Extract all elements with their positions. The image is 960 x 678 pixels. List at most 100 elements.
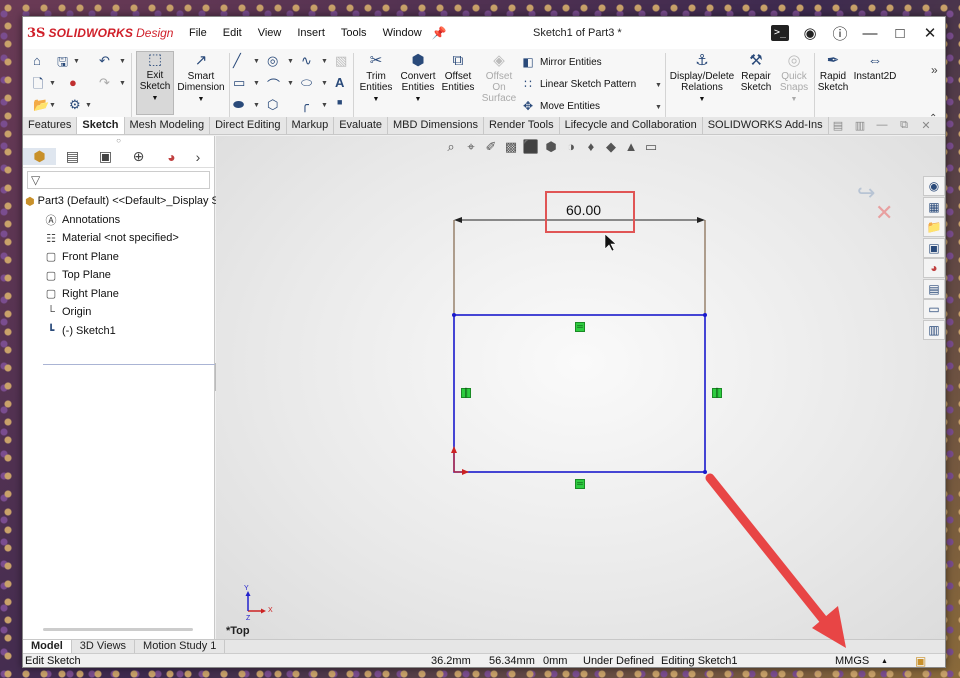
vertical-relation-icon[interactable]: ║ — [461, 388, 471, 398]
tab-render-tools[interactable]: Render Tools — [484, 117, 560, 134]
command-prompt-icon[interactable]: >_ — [771, 25, 789, 41]
configuration-manager-tab-icon[interactable]: ▣ — [89, 148, 122, 165]
save-icon[interactable]: 🖫 — [57, 53, 68, 75]
tree-item-origin[interactable]: └ Origin — [23, 303, 214, 322]
sketch-rectangle[interactable] — [453, 314, 706, 473]
slot-icon[interactable]: ⬬ — [233, 97, 244, 113]
dimension-value[interactable]: 60.00 — [566, 202, 601, 218]
menu-file[interactable]: File — [181, 27, 215, 39]
plane-tool-icon[interactable]: ▧ — [335, 53, 347, 69]
circle-dropdown-icon[interactable]: ▼ — [287, 58, 294, 65]
undo-icon[interactable]: ↶ — [99, 53, 110, 69]
solidworks-resources-icon[interactable]: ◉ — [923, 176, 945, 196]
tab-solidworks-add-ins[interactable]: SOLIDWORKS Add-Ins — [703, 117, 829, 134]
spline-dropdown-icon[interactable]: ▼ — [321, 58, 328, 65]
property-manager-tab-icon[interactable]: ▤ — [56, 148, 89, 165]
tab-evaluate[interactable]: Evaluate — [334, 117, 389, 134]
point-icon[interactable]: ■ — [337, 97, 342, 107]
horizontal-relation-icon[interactable]: ═ — [575, 322, 585, 332]
new-document-icon[interactable]: 🗋 — [33, 75, 43, 97]
doc-minimize-icon[interactable]: — — [871, 119, 893, 132]
ellipse-icon[interactable]: ⬭ — [301, 75, 312, 91]
graphics-area[interactable]: ⌕ ⌖ ✐ ▩ ⬛ ⬢ ◑ ♦ ◆ ▲ ▭ 60.00 ═ ═ ║ ║ ↪ ✕ … — [216, 136, 945, 639]
move-entities-button[interactable]: ✥ Move Entities — [521, 99, 600, 113]
tree-item-top-plane[interactable]: ▢ Top Plane — [23, 266, 214, 285]
feature-manager-tab-icon[interactable]: ⬢ — [23, 148, 56, 165]
convert-entities-button[interactable]: ⬢ Convert Entities ▼ — [397, 53, 439, 105]
tab-lifecycle-collaboration[interactable]: Lifecycle and Collaboration — [560, 117, 703, 134]
rectangle-corner-point[interactable] — [703, 470, 707, 474]
forum-icon[interactable]: ▭ — [923, 299, 945, 319]
tree-item-front-plane[interactable]: ▢ Front Plane — [23, 248, 214, 267]
redo-dropdown-icon[interactable]: ▼ — [119, 80, 126, 87]
tab-direct-editing[interactable]: Direct Editing — [210, 117, 287, 134]
circle-icon[interactable]: ◎ — [267, 53, 278, 69]
vertical-relation-icon[interactable]: ║ — [712, 388, 722, 398]
solidworks-logo[interactable]: 3S SOLIDWORKS Design — [27, 26, 177, 41]
arc-dropdown-icon[interactable]: ▼ — [287, 80, 294, 87]
undo-dropdown-icon[interactable]: ▼ — [119, 58, 126, 65]
minimize-icon[interactable]: — — [855, 25, 885, 42]
arc-icon[interactable]: ⌒ — [267, 75, 280, 94]
file-explorer-icon[interactable]: 📁 — [923, 217, 945, 237]
mirror-entities-button[interactable]: ◧ Mirror Entities — [521, 55, 601, 69]
options-dropdown-icon[interactable]: ▼ — [85, 102, 92, 109]
menu-edit[interactable]: Edit — [215, 27, 250, 39]
open-icon[interactable]: 📂 — [33, 97, 49, 113]
text-tool-icon[interactable]: A — [335, 75, 344, 90]
trim-entities-button[interactable]: ✂ Trim Entities ▼ — [357, 53, 395, 105]
tab-mbd-dimensions[interactable]: MBD Dimensions — [388, 117, 484, 134]
menu-view[interactable]: View — [250, 27, 290, 39]
panel-splitter-handle[interactable]: ○ — [23, 136, 214, 146]
rectangle-dropdown-icon[interactable]: ▼ — [253, 80, 260, 87]
save-dropdown-icon[interactable]: ▼ — [73, 58, 80, 65]
tree-item-annotations[interactable]: Ⓐ Annotations — [23, 211, 214, 230]
tree-item-right-plane[interactable]: ▢ Right Plane — [23, 285, 214, 304]
linear-pattern-dropdown-icon[interactable]: ▼ — [655, 82, 662, 89]
rapid-sketch-button[interactable]: ✒ Rapid Sketch — [816, 53, 850, 94]
doc-restore-icon[interactable]: ⧉ — [893, 119, 915, 132]
confirm-exit-sketch-icon[interactable]: ↪ — [857, 180, 875, 206]
view-palette-icon[interactable]: ▣ — [923, 237, 945, 258]
user-account-icon[interactable]: ◉ — [795, 24, 825, 42]
repair-sketch-button[interactable]: ⚒ Repair Sketch — [737, 53, 775, 94]
offset-entities-button[interactable]: ⧉ Offset Entities — [439, 53, 477, 94]
new-dropdown-icon[interactable]: ▼ — [49, 80, 56, 87]
appearances-icon[interactable]: ◕ — [923, 258, 945, 278]
instant2d-button[interactable]: ⇔ Instant2D — [852, 53, 898, 83]
rectangle-icon[interactable]: ▭ — [233, 75, 245, 91]
tab-features[interactable]: Features — [23, 117, 78, 134]
slot-dropdown-icon[interactable]: ▼ — [253, 102, 260, 109]
design-library-icon[interactable]: ▦ — [923, 196, 945, 217]
redo-icon[interactable]: ↷ — [99, 75, 110, 91]
move-dropdown-icon[interactable]: ▼ — [655, 104, 662, 111]
close-icon[interactable]: ✕ — [915, 24, 945, 42]
ellipse-dropdown-icon[interactable]: ▼ — [321, 80, 328, 87]
tab-mesh-modeling[interactable]: Mesh Modeling — [125, 117, 211, 134]
tree-root-part[interactable]: ⬢ Part3 (Default) <<Default>_Display Sta — [23, 192, 228, 211]
tree-item-material[interactable]: ☷ Material <not specified> — [23, 229, 214, 248]
maximize-icon[interactable]: □ — [885, 25, 915, 42]
tree-filter[interactable]: ▽ — [27, 171, 210, 189]
polygon-icon[interactable]: ⬡ — [267, 97, 278, 113]
smart-dimension-button[interactable]: ↗ Smart Dimension ▼ — [176, 53, 226, 105]
unit-system-caret-icon[interactable]: ▲ — [881, 654, 888, 667]
doc-close-icon[interactable]: ✕ — [915, 119, 937, 132]
menu-tools[interactable]: Tools — [333, 27, 375, 39]
quick-snaps-button[interactable]: ◎ Quick Snaps ▼ — [777, 53, 811, 105]
pin-menu-icon[interactable]: 📌 — [432, 26, 447, 40]
next-tab-icon[interactable]: ▥ — [849, 119, 871, 132]
ribbon-more-icon[interactable]: » — [931, 63, 938, 77]
linear-sketch-pattern-button[interactable]: ∷ Linear Sketch Pattern — [521, 77, 636, 91]
help-icon[interactable]: ⓘ — [825, 23, 855, 44]
options-gear-icon[interactable]: ⚙ — [69, 97, 81, 113]
line-dropdown-icon[interactable]: ▼ — [253, 58, 260, 65]
rebuild-status-icon[interactable]: ▣ — [915, 654, 926, 667]
spline-icon[interactable]: ∿ — [301, 53, 312, 69]
tab-model[interactable]: Model — [23, 640, 72, 653]
offset-on-surface-button[interactable]: ◈ Offset On Surface — [479, 53, 519, 105]
display-delete-relations-button[interactable]: ⚓ Display/Delete Relations ▼ — [669, 53, 735, 105]
dimxpert-manager-tab-icon[interactable]: ⊕ — [122, 148, 155, 165]
display-manager-tab-icon[interactable]: ◕ — [155, 149, 188, 165]
recycle-bin-icon[interactable]: ▥ — [923, 319, 945, 340]
